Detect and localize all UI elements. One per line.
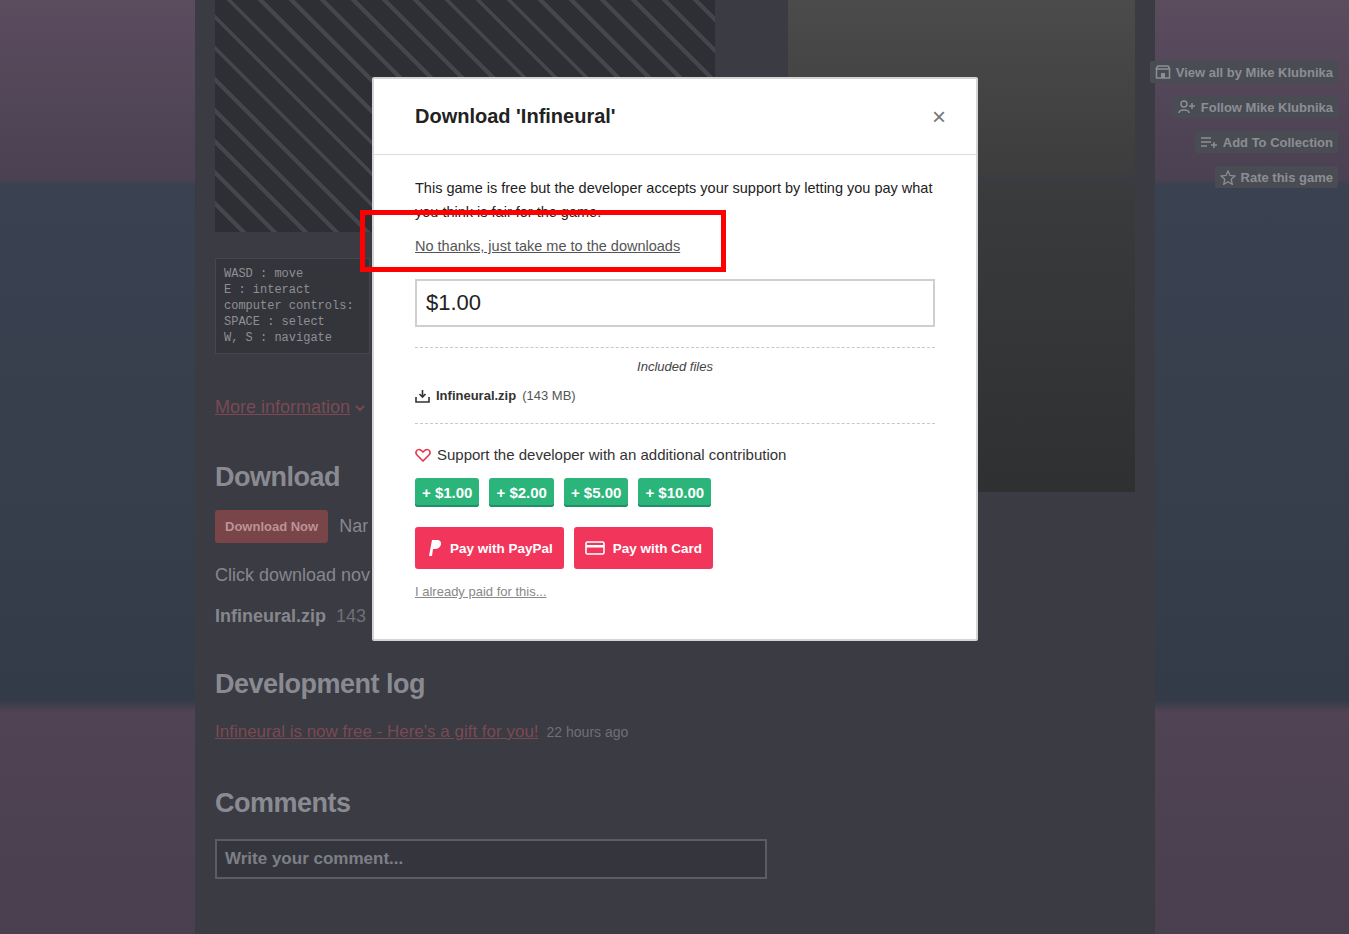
included-file-size: (143 MB) xyxy=(522,388,575,403)
devlog-link[interactable]: Infineural is now free - Here's a gift f… xyxy=(215,722,539,742)
controls-block: WASD : moveE : interactcomputer controls… xyxy=(215,258,370,354)
devlog-heading: Development log xyxy=(215,669,770,700)
contribution-button[interactable]: + $2.00 xyxy=(489,478,553,507)
heart-icon xyxy=(415,448,431,462)
payment-buttons: Pay with PayPalPay with Card xyxy=(415,527,935,569)
screen: WASD : moveE : interactcomputer controls… xyxy=(0,0,1349,934)
card-icon xyxy=(585,541,605,555)
contribution-button[interactable]: + $10.00 xyxy=(638,478,711,507)
user-tool-button[interactable]: View all by Mike Klubnika xyxy=(1150,61,1338,83)
skip-link[interactable]: No thanks, just take me to the downloads xyxy=(415,238,680,254)
paypal-icon xyxy=(426,539,442,557)
controls-line: SPACE : select xyxy=(224,314,361,330)
file-size: 143 xyxy=(336,606,366,627)
dialog-message: This game is free but the developer acce… xyxy=(415,176,935,224)
dialog-header: Download 'Infineural' × xyxy=(374,79,976,155)
support-label: Support the developer with an additional… xyxy=(415,446,935,463)
file-name: Infineural.zip xyxy=(215,606,326,627)
divider xyxy=(415,423,935,424)
contribution-buttons: + $1.00 + $2.00 + $5.00 + $10.00 xyxy=(415,478,935,507)
download-now-button[interactable]: Download Now xyxy=(215,510,328,543)
price-input[interactable]: $1.00 xyxy=(415,279,935,327)
already-paid-link[interactable]: I already paid for this... xyxy=(415,584,935,599)
close-button[interactable]: × xyxy=(932,103,946,131)
pay-button[interactable]: Pay with Card xyxy=(574,527,713,569)
download-icon xyxy=(415,389,430,403)
skip-row: No thanks, just take me to the downloads xyxy=(415,234,935,258)
devlog-time: 22 hours ago xyxy=(547,724,629,740)
contribution-button[interactable]: + $1.00 xyxy=(415,478,479,507)
controls-line: E : interact xyxy=(224,282,361,298)
download-dialog: Download 'Infineural' × This game is free … xyxy=(372,77,978,641)
comment-input[interactable]: Write your comment... xyxy=(215,839,767,879)
user-tools: View all by Mike Klubnika Follow Mike Klu… xyxy=(1150,61,1338,188)
divider xyxy=(415,347,935,348)
chevron-down-icon xyxy=(354,402,366,414)
add-collection-icon xyxy=(1200,135,1218,149)
store-icon xyxy=(1155,65,1171,79)
comments-heading: Comments xyxy=(215,788,770,819)
included-file-name: Infineural.zip xyxy=(436,388,516,403)
included-file: Infineural.zip (143 MB) xyxy=(415,388,935,403)
follow-icon xyxy=(1178,100,1196,114)
controls-line: W, S : navigate xyxy=(224,330,361,346)
dialog-title: Download 'Infineural' xyxy=(415,105,616,128)
included-files-label: Included files xyxy=(415,359,935,374)
devlog-post: Infineural is now free - Here's a gift f… xyxy=(215,722,770,742)
controls-line: WASD : move xyxy=(224,266,361,282)
highlight-box xyxy=(360,210,726,272)
user-tool-button[interactable]: Rate this game xyxy=(1215,166,1338,188)
user-tool-button[interactable]: Add To Collection xyxy=(1195,131,1338,153)
price-label: Nar xyxy=(339,516,368,537)
controls-line: computer controls: xyxy=(224,298,361,314)
star-icon xyxy=(1220,170,1236,185)
user-tool-button[interactable]: Follow Mike Klubnika xyxy=(1173,96,1338,118)
contribution-button[interactable]: + $5.00 xyxy=(564,478,628,507)
pay-button[interactable]: Pay with PayPal xyxy=(415,527,564,569)
dialog-body: This game is free but the developer acce… xyxy=(374,155,976,639)
